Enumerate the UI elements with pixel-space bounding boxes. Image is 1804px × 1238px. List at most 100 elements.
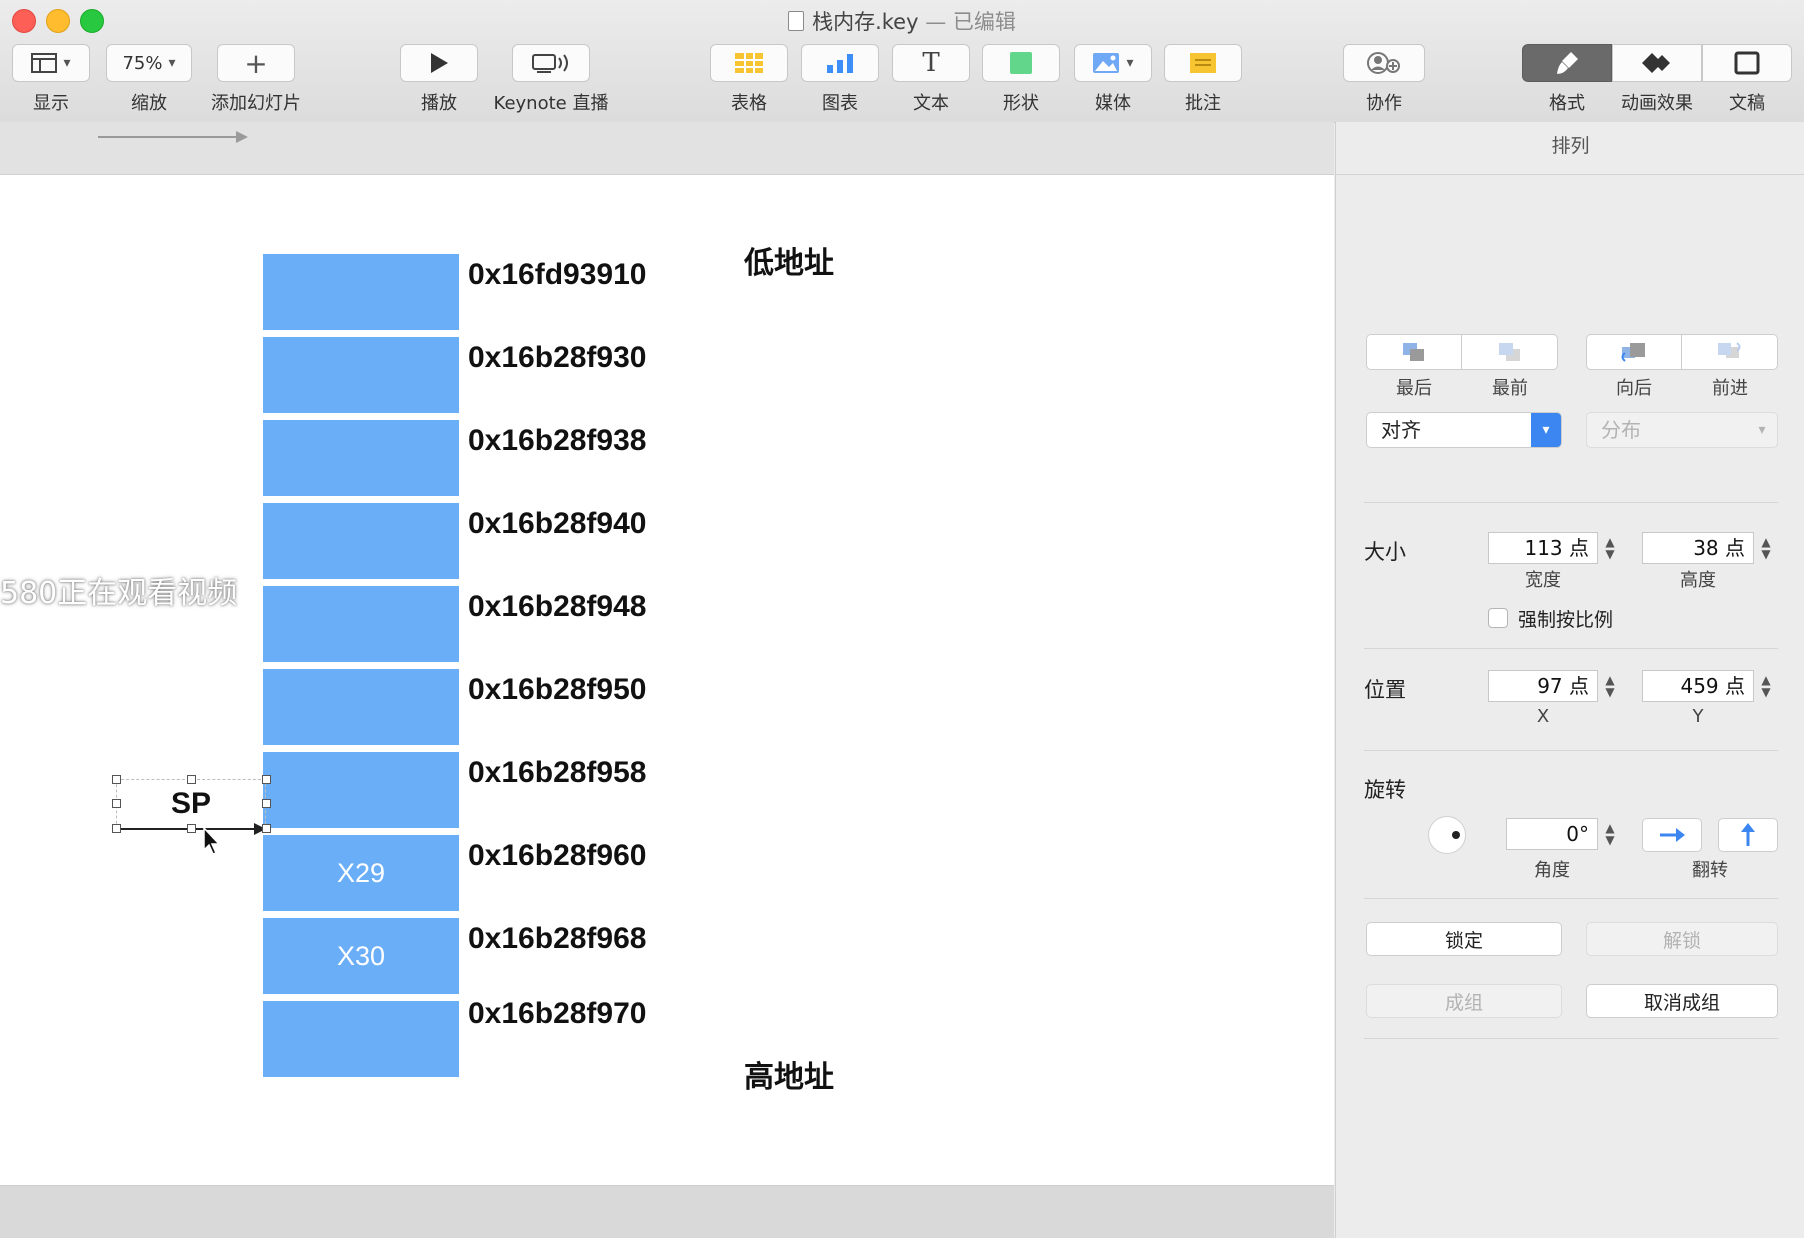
memory-address-label[interactable]: 0x16b28f958 — [468, 756, 646, 790]
unlock-button[interactable]: 解锁 — [1586, 922, 1778, 956]
selection-handle[interactable] — [187, 775, 196, 784]
memory-address-label[interactable]: 0x16b28f948 — [468, 590, 646, 624]
edited-status: 已编辑 — [952, 10, 1016, 34]
constrain-proportions-label[interactable]: 强制按比例 — [1518, 605, 1613, 632]
zoom-select[interactable]: 75% ▾ — [106, 44, 192, 82]
distribute-popup[interactable]: 分布 ▾ — [1586, 412, 1778, 448]
memory-address-label[interactable]: 0x16b28f930 — [468, 341, 646, 375]
text-button[interactable]: T — [892, 44, 970, 82]
height-stepper[interactable]: ▲ ▼ — [1758, 532, 1774, 564]
chart-tool[interactable]: 图表 — [801, 44, 879, 115]
flip-vertical-arrow-icon — [1741, 823, 1755, 846]
high-address-label[interactable]: 高地址 — [744, 1052, 834, 1096]
selection-handle[interactable] — [187, 824, 196, 833]
comment-tool[interactable]: 批注 — [1164, 44, 1242, 115]
selection-handle[interactable] — [262, 824, 271, 833]
table-button[interactable] — [710, 44, 788, 82]
add-slide-tool[interactable]: + 添加幻灯片 — [210, 44, 302, 115]
constrain-proportions-checkbox[interactable] — [1488, 608, 1508, 628]
slide-canvas[interactable] — [0, 174, 1334, 1186]
keynote-live-button[interactable] — [512, 44, 590, 82]
height-label: 高度 — [1680, 570, 1716, 591]
collaborate-button[interactable] — [1343, 44, 1425, 82]
shape-button[interactable] — [982, 44, 1060, 82]
rotation-knob[interactable] — [1428, 816, 1466, 854]
animate-label: 动画效果 — [1621, 93, 1693, 114]
align-popup[interactable]: 对齐 ▾ — [1366, 412, 1562, 448]
add-slide-button[interactable]: + — [217, 44, 295, 82]
bring-to-front-label: 最前 — [1492, 378, 1528, 399]
format-label: 格式 — [1549, 93, 1585, 114]
bring-to-front-button[interactable] — [1462, 334, 1558, 370]
shape-icon — [1010, 52, 1032, 74]
tab-arrange[interactable]: 排列 — [1336, 122, 1804, 175]
rotate-section-label: 旋转 — [1364, 778, 1406, 802]
x-stepper[interactable]: ▲ ▼ — [1602, 670, 1618, 702]
send-backward-button[interactable] — [1586, 334, 1682, 370]
chart-icon — [827, 54, 853, 73]
flip-vertical-button[interactable] — [1718, 818, 1778, 852]
view-button[interactable]: ▾ — [12, 44, 90, 82]
format-button[interactable] — [1522, 44, 1612, 82]
group-button[interactable]: 成组 — [1366, 984, 1562, 1018]
flip-horizontal-button[interactable] — [1642, 818, 1702, 852]
y-position-field[interactable]: 459 点 — [1642, 670, 1754, 702]
zoom-tool[interactable]: 75% ▾ 缩放 — [106, 44, 192, 115]
view-tool[interactable]: ▾ 显示 — [12, 44, 90, 115]
memory-address-label[interactable]: 0x16b28f968 — [468, 922, 646, 956]
stack-cell-x29[interactable]: X29 — [263, 835, 459, 911]
memory-address-label[interactable]: 0x16b28f970 — [468, 997, 646, 1031]
width-stepper[interactable]: ▲ ▼ — [1602, 532, 1618, 564]
stack-cell[interactable] — [263, 752, 459, 828]
chart-button[interactable] — [801, 44, 879, 82]
selection-handle[interactable] — [112, 799, 121, 808]
collaborate-tool[interactable]: 协作 — [1342, 44, 1426, 115]
send-to-back-button[interactable] — [1366, 334, 1462, 370]
keynote-live-tool[interactable]: Keynote 直播 — [492, 44, 610, 115]
stack-cell[interactable] — [263, 254, 459, 330]
low-address-label[interactable]: 低地址 — [744, 238, 834, 282]
stack-cell-x30[interactable]: X30 — [263, 918, 459, 994]
stack-cell[interactable] — [263, 669, 459, 745]
table-tool[interactable]: 表格 — [710, 44, 788, 115]
document-name: 栈内存.key — [812, 10, 919, 34]
document-button[interactable] — [1702, 44, 1792, 82]
y-stepper[interactable]: ▲ ▼ — [1758, 670, 1774, 702]
stack-cell[interactable] — [263, 586, 459, 662]
media-button[interactable]: ▾ — [1074, 44, 1152, 82]
shape-label: 形状 — [1003, 93, 1039, 114]
height-field[interactable]: 38 点 — [1642, 532, 1754, 564]
selection-handle[interactable] — [262, 775, 271, 784]
memory-address-label[interactable]: 0x16b28f940 — [468, 507, 646, 541]
angle-field[interactable]: 0° — [1506, 818, 1598, 850]
play-button[interactable] — [400, 44, 478, 82]
memory-address-label[interactable]: 0x16b28f960 — [468, 839, 646, 873]
lock-button[interactable]: 锁定 — [1366, 922, 1562, 956]
selection-handle[interactable] — [262, 799, 271, 808]
shape-tool[interactable]: 形状 — [982, 44, 1060, 115]
viewer-count-watermark: 580正在观看视频 — [0, 576, 238, 611]
animate-button[interactable] — [1612, 44, 1702, 82]
angle-stepper[interactable]: ▲ ▼ — [1602, 818, 1618, 850]
media-tool[interactable]: ▾ 媒体 — [1074, 44, 1152, 115]
play-tool[interactable]: 播放 — [400, 44, 478, 115]
stack-cell[interactable] — [263, 1001, 459, 1077]
stack-cell[interactable] — [263, 337, 459, 413]
comment-button[interactable] — [1164, 44, 1242, 82]
sp-text: SP — [170, 787, 212, 820]
width-field[interactable]: 113 点 — [1488, 532, 1598, 564]
rotation-knob-indicator — [1452, 831, 1460, 839]
stack-cell[interactable] — [263, 503, 459, 579]
x-position-field[interactable]: 97 点 — [1488, 670, 1598, 702]
memory-address-label[interactable]: 0x16b28f938 — [468, 424, 646, 458]
stack-cell[interactable] — [263, 420, 459, 496]
memory-address-label[interactable]: 0x16fd93910 — [468, 258, 646, 292]
selection-handle[interactable] — [112, 824, 121, 833]
ungroup-button[interactable]: 取消成组 — [1586, 984, 1778, 1018]
memory-address-label[interactable]: 0x16b28f950 — [468, 673, 646, 707]
selection-handle[interactable] — [112, 775, 121, 784]
sp-pointer-label[interactable]: SP — [116, 779, 266, 829]
collaborate-person-icon — [1367, 52, 1400, 74]
bring-forward-button[interactable] — [1682, 334, 1778, 370]
text-tool[interactable]: T 文本 — [892, 44, 970, 115]
